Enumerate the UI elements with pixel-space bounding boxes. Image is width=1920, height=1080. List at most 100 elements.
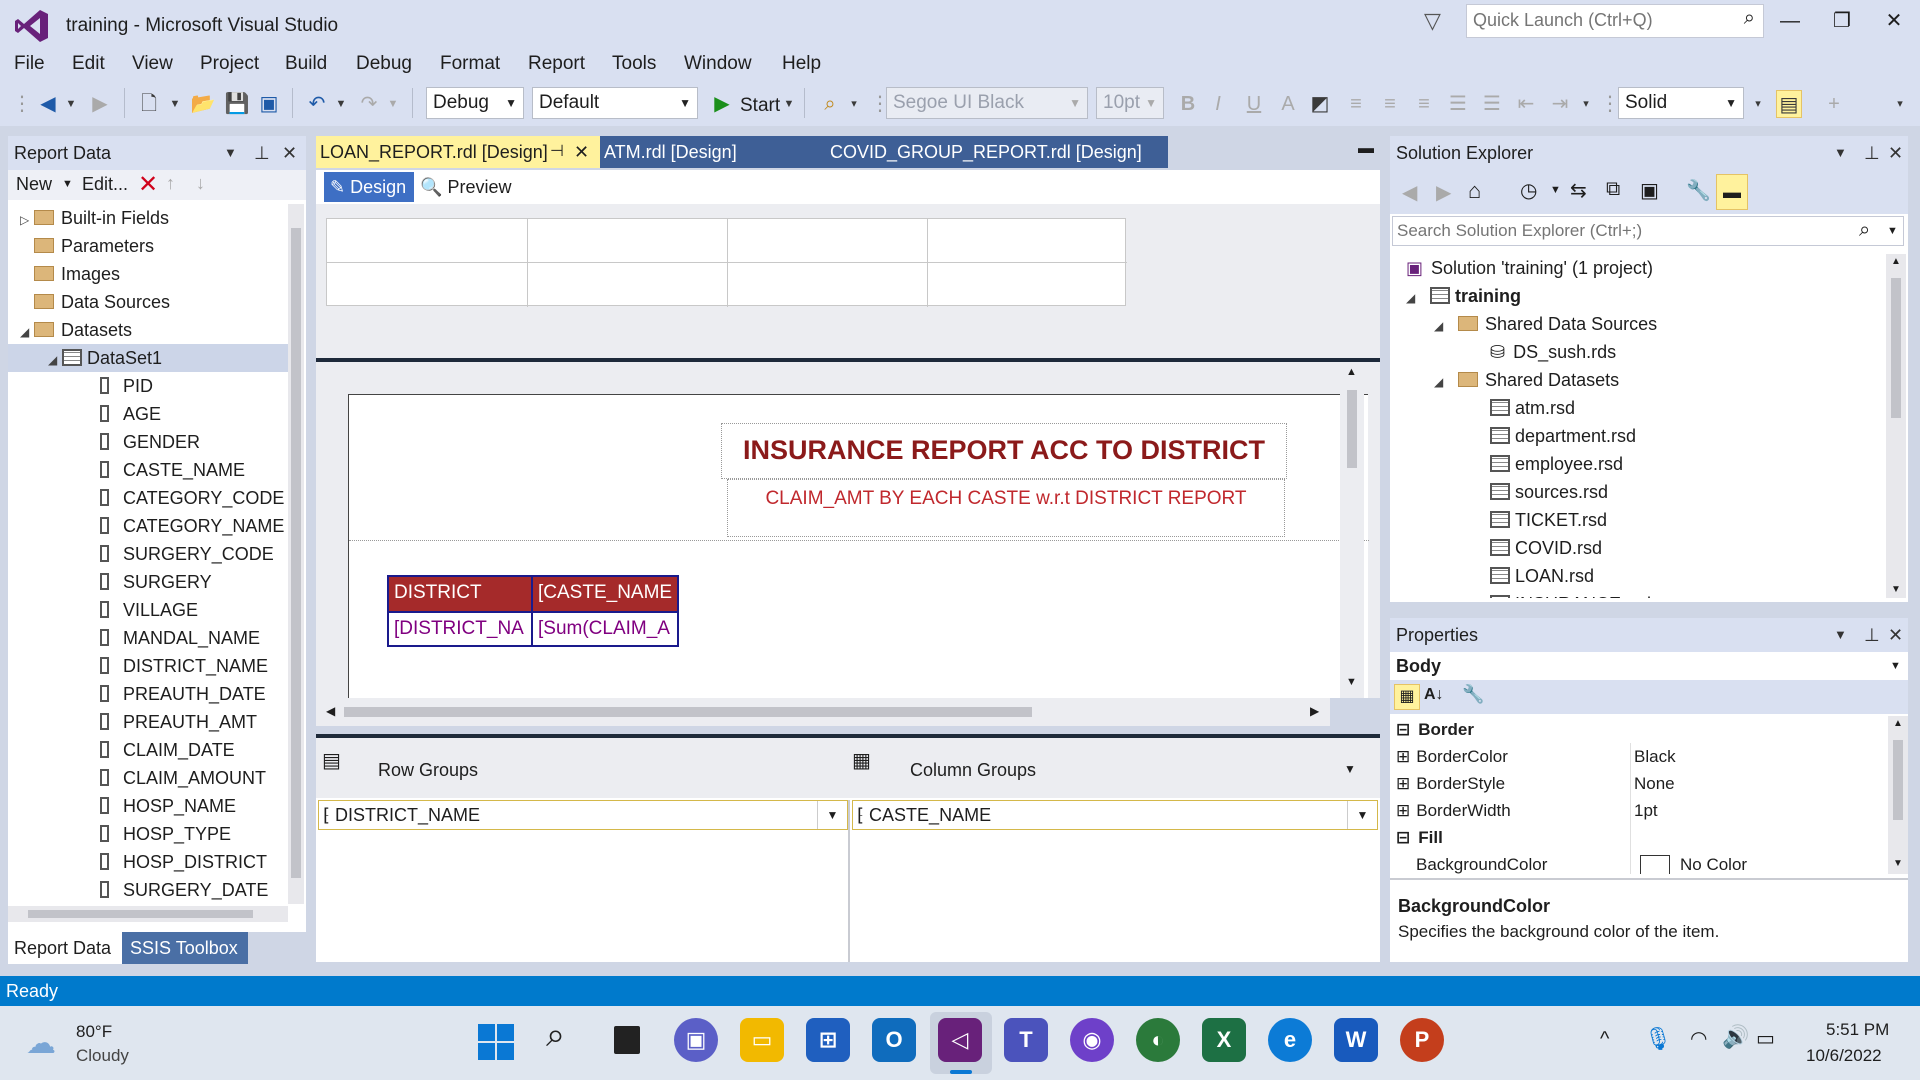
- collapse-icon[interactable]: ◢: [1406, 284, 1420, 312]
- forward-icon[interactable]: ▶: [88, 90, 112, 118]
- delete-icon[interactable]: ✕: [138, 170, 158, 199]
- designer-hscroll[interactable]: ◀ ▶: [316, 698, 1330, 726]
- font-size-select[interactable]: 10pt ▼: [1096, 87, 1164, 119]
- layout-toggle-icon[interactable]: ▤: [1776, 90, 1802, 118]
- align-center-icon[interactable]: ≡: [1378, 90, 1402, 118]
- preview-selected-icon[interactable]: ▬: [1716, 174, 1748, 210]
- outlook-icon[interactable]: O: [872, 1018, 916, 1062]
- decrease-indent-icon[interactable]: ⇤: [1514, 90, 1538, 118]
- matrix-cell-claim[interactable]: [Sum(CLAIM_A: [533, 611, 677, 645]
- weather-description[interactable]: Cloudy: [76, 1046, 129, 1066]
- property-value[interactable]: No Color: [1680, 851, 1747, 874]
- home-icon[interactable]: ⌂: [1468, 178, 1481, 204]
- menu-file[interactable]: File: [14, 52, 45, 82]
- open-folder-icon[interactable]: 📂: [190, 90, 216, 118]
- category-fill[interactable]: ⊟ Fill: [1390, 824, 1876, 851]
- field-item[interactable]: CATEGORY_CODE: [100, 484, 284, 512]
- search-icon[interactable]: ⌕: [1744, 7, 1755, 30]
- report-body[interactable]: INSURANCE REPORT ACC TO DISTRICT CLAIM_A…: [348, 394, 1369, 698]
- teams-icon[interactable]: T: [1004, 1018, 1048, 1062]
- pending-dropdown-icon[interactable]: ▼: [1550, 184, 1561, 196]
- start-play-icon[interactable]: ▶: [712, 90, 732, 118]
- undo-icon[interactable]: ↶: [304, 90, 330, 118]
- microphone-icon[interactable]: 🎙: [1644, 1026, 1672, 1052]
- redo-dropdown-icon[interactable]: ▼: [386, 90, 400, 118]
- task-view-icon[interactable]: [614, 1026, 640, 1054]
- expand-icon[interactable]: ▷: [20, 206, 34, 234]
- volume-icon[interactable]: 🔊: [1722, 1024, 1749, 1050]
- toolbar-overflow-icon[interactable]: ▾: [1894, 90, 1906, 118]
- field-item[interactable]: HOSP_DISTRICT: [100, 848, 267, 876]
- field-item[interactable]: SURGERY: [100, 568, 212, 596]
- shared-dataset-item[interactable]: COVID.rsd: [1490, 534, 1602, 562]
- add-icon[interactable]: +: [1822, 90, 1846, 118]
- chat-app-icon[interactable]: ▣: [674, 1018, 718, 1062]
- collapse-all-icon[interactable]: ⧉: [1606, 178, 1620, 201]
- toolbar-grip-icon[interactable]: ⋮: [12, 90, 32, 118]
- shared-dataset-item[interactable]: TICKET.rsd: [1490, 506, 1607, 534]
- scroll-left-icon[interactable]: ◀: [326, 704, 335, 718]
- panel-menu-icon[interactable]: ▼: [224, 136, 237, 170]
- increase-indent-icon[interactable]: ⇥: [1548, 90, 1572, 118]
- row-group-item[interactable]: ⁅ DISTRICT_NAME ▼: [318, 800, 848, 830]
- underline-icon[interactable]: U: [1242, 90, 1266, 118]
- menu-window[interactable]: Window: [684, 52, 752, 82]
- find-in-files-icon[interactable]: ⌕: [816, 90, 844, 118]
- scroll-thumb[interactable]: [1891, 278, 1901, 418]
- property-background-color[interactable]: BackgroundColor No Color: [1390, 851, 1876, 874]
- menu-edit[interactable]: Edit: [72, 52, 105, 82]
- tree-item-dataset1[interactable]: ◢ DataSet1: [8, 344, 288, 372]
- menu-help[interactable]: Help: [782, 52, 821, 82]
- solution-search-box[interactable]: ⌕ ▼: [1392, 216, 1904, 246]
- field-item[interactable]: CLAIM_AMOUNT: [100, 764, 266, 792]
- clock-date[interactable]: 10/6/2022: [1806, 1046, 1882, 1066]
- field-item[interactable]: SURGERY_DATE: [100, 876, 268, 904]
- pin-icon[interactable]: ⊥: [254, 136, 270, 170]
- toolbar-overflow-icon[interactable]: ▾: [848, 90, 860, 118]
- platform-select[interactable]: Default ▼: [532, 87, 698, 119]
- field-item[interactable]: VILLAGE: [100, 596, 198, 624]
- tab-covid-group-report[interactable]: COVID_GROUP_REPORT.rdl [Design]: [800, 136, 1168, 168]
- taskbar-search-icon[interactable]: ⌕: [546, 1016, 565, 1055]
- font-name-select[interactable]: Segoe UI Black ▼: [886, 87, 1088, 119]
- collapse-icon[interactable]: ◢: [1434, 368, 1448, 396]
- italic-icon[interactable]: I: [1206, 90, 1230, 118]
- menu-project[interactable]: Project: [200, 52, 259, 82]
- start-dropdown-icon[interactable]: ▼: [782, 90, 796, 118]
- close-icon[interactable]: ✕: [1888, 618, 1903, 652]
- solution-node[interactable]: ▣ Solution 'training' (1 project): [1406, 254, 1653, 282]
- preview-tab[interactable]: 🔍 Preview: [420, 172, 511, 202]
- collapse-icon[interactable]: ◢: [48, 346, 62, 374]
- close-icon[interactable]: ✕: [282, 136, 297, 170]
- scroll-down-icon[interactable]: ▼: [1346, 676, 1357, 688]
- field-item[interactable]: CASTE_NAME: [100, 456, 245, 484]
- shared-dataset-item[interactable]: LOAN.rsd: [1490, 562, 1594, 590]
- field-item[interactable]: GENDER: [100, 428, 200, 456]
- toolbar-grip-icon[interactable]: ⋮: [1600, 90, 1620, 118]
- move-up-icon[interactable]: ↑: [166, 173, 175, 194]
- new-dropdown-icon[interactable]: ▼: [168, 90, 182, 118]
- design-tab[interactable]: ✎ Design: [324, 172, 414, 202]
- properties-vscroll[interactable]: ▲ ▼: [1888, 716, 1908, 874]
- tab-loan-report[interactable]: LOAN_REPORT.rdl [Design] ⊣ ✕: [316, 136, 600, 168]
- toolbar-grip-icon[interactable]: ⋮: [870, 90, 890, 118]
- clock-time[interactable]: 5:51 PM: [1826, 1020, 1889, 1040]
- field-item[interactable]: AGE: [100, 400, 161, 428]
- quick-launch-box[interactable]: ⌕: [1466, 4, 1764, 38]
- report-subtitle-textbox[interactable]: CLAIM_AMT BY EACH CASTE w.r.t DISTRICT R…: [727, 479, 1285, 537]
- visual-studio-taskbar-icon[interactable]: ◁: [938, 1018, 982, 1062]
- new-project-icon[interactable]: 🗋: [136, 90, 162, 118]
- wifi-icon[interactable]: ◠: [1690, 1026, 1707, 1051]
- matrix-header-caste[interactable]: [CASTE_NAME: [533, 577, 677, 611]
- border-style-select[interactable]: Solid ▼: [1618, 87, 1744, 119]
- report-title-textbox[interactable]: INSURANCE REPORT ACC TO DISTRICT: [721, 423, 1287, 479]
- field-item[interactable]: CATEGORY_NAME: [100, 512, 284, 540]
- alphabetical-icon[interactable]: A↓: [1424, 686, 1444, 704]
- designer-vscroll[interactable]: ▲ ▼: [1340, 362, 1364, 698]
- expand-icon[interactable]: ⊞: [1396, 774, 1410, 793]
- field-item[interactable]: PID: [100, 372, 153, 400]
- column-group-dropdown-icon[interactable]: ▼: [1347, 801, 1377, 829]
- property-value[interactable]: None: [1634, 770, 1675, 797]
- solution-configuration-select[interactable]: Debug ▼: [426, 87, 524, 119]
- pin-icon[interactable]: ⊣: [550, 136, 564, 168]
